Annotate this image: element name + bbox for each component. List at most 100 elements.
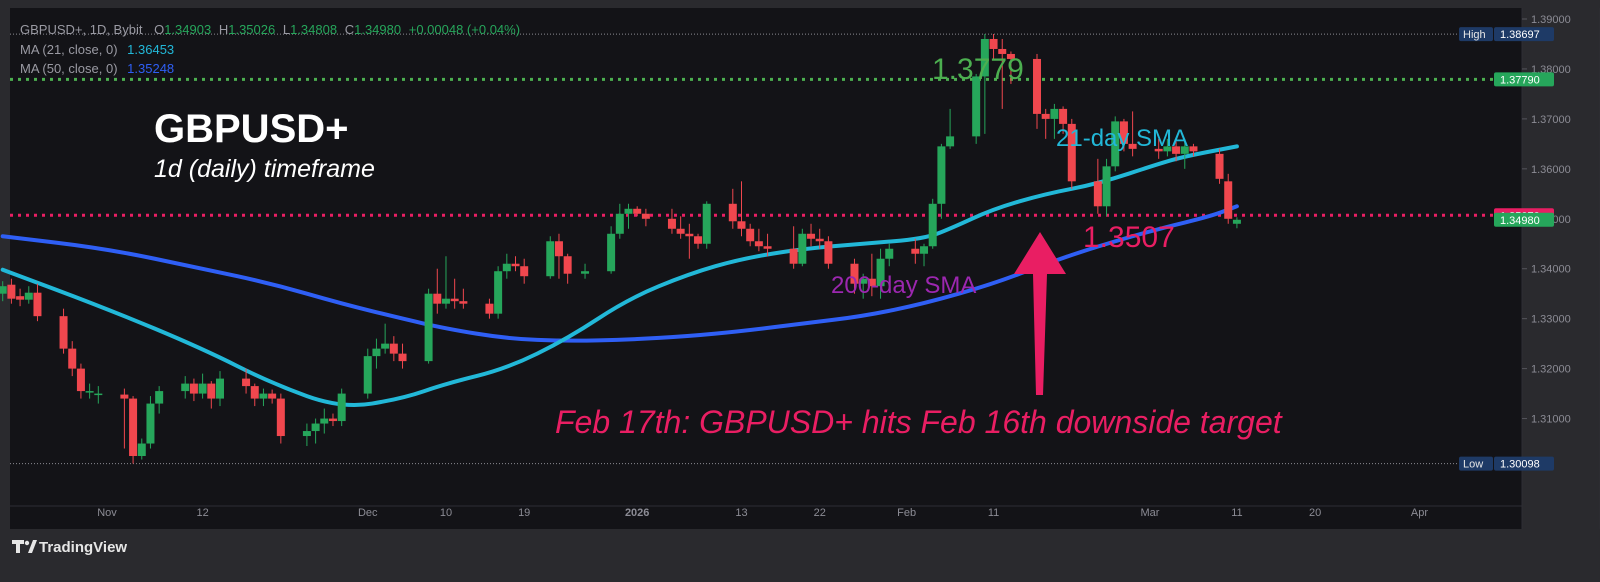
sma21-annotation: 21-day SMA [1056, 125, 1188, 152]
candle-body [189, 383, 198, 394]
candle [1224, 173, 1233, 224]
candle-body [607, 233, 616, 272]
candle-body [824, 241, 833, 264]
candle-body [450, 298, 459, 302]
candle [702, 201, 711, 249]
candle-body [320, 418, 329, 424]
time-tick-label: 22 [814, 507, 826, 519]
candle-body [1033, 58, 1042, 114]
candle-body [146, 403, 155, 444]
candle-body [0, 286, 7, 294]
price-tag-text: High [1463, 29, 1486, 41]
candle-body [546, 241, 555, 277]
candle [928, 198, 937, 249]
ma21-value: 1.36453 [127, 42, 174, 57]
time-tick-label: 13 [735, 507, 747, 519]
candle-body [581, 271, 590, 274]
candle-body [302, 431, 311, 437]
candle-body [372, 348, 381, 357]
candlestick-chart[interactable]: 1.310001.320001.330001.340001.350001.360… [0, 0, 1600, 577]
candle-body [1224, 181, 1233, 219]
price-box-value: 1.34980 [1500, 215, 1540, 227]
time-tick-label: 11 [1231, 507, 1242, 519]
ohlc-high-key: H [219, 22, 228, 37]
price-label-low: Low 1.30098 [1459, 456, 1554, 471]
time-tick-label: 20 [1309, 507, 1321, 519]
candle-body [76, 368, 85, 392]
ma50-label: MA (50, close, 0) [20, 61, 118, 76]
candle-body [624, 208, 633, 214]
time-tick-label: Dec [358, 507, 378, 519]
candle-body [1189, 146, 1198, 152]
candle-body [129, 398, 138, 457]
candle-body [120, 394, 129, 399]
candle-body [1050, 108, 1059, 119]
ohlc-high-value: 1.35026 [228, 22, 275, 37]
price-tick-label: 1.37000 [1531, 114, 1571, 126]
overlay-title: GBPUSD+ [154, 107, 349, 151]
candle-body [633, 208, 642, 214]
candle-body [1059, 108, 1068, 124]
ohlc-change: +0.00048 (+0.04%) [409, 22, 520, 37]
price-box-value: 1.30098 [1500, 459, 1540, 471]
candle-body [337, 393, 346, 422]
candle-body [728, 203, 737, 222]
candle-body [137, 443, 146, 457]
indicator-legend-ma50[interactable]: MA (50, close, 0) 1.35248 [20, 61, 174, 76]
candle-body [276, 398, 285, 437]
time-tick-label: 19 [518, 507, 530, 519]
price-box-value: 1.37790 [1500, 74, 1540, 86]
candle-body [398, 353, 407, 362]
candle-body [563, 256, 572, 274]
candle-body [807, 233, 816, 239]
candle-body [667, 218, 676, 229]
price-tag-text: Low [1463, 459, 1483, 471]
ohlc-close-value: 1.34980 [354, 22, 401, 37]
candle-body [520, 266, 529, 277]
time-tick-label: Feb [897, 507, 916, 519]
candle-body [59, 316, 68, 349]
indicator-legend-ma21[interactable]: MA (21, close, 0) 1.36453 [20, 42, 174, 57]
candle-body [746, 228, 755, 242]
candle-body [250, 386, 259, 399]
candle-body [1215, 153, 1224, 179]
price-tick-label: 1.31000 [1531, 414, 1571, 426]
candle-body [754, 241, 763, 247]
candle-body [85, 391, 94, 393]
overlay-subtitle: 1d (daily) timeframe [154, 155, 375, 183]
candle-body [16, 296, 25, 300]
price-tick-label: 1.36000 [1531, 164, 1571, 176]
candle-body [311, 423, 320, 432]
level-high-annotation: 1.3779 [932, 53, 1024, 86]
candle-body [363, 356, 372, 394]
symbol-name: GBPUSD+, 1D, Bybit [20, 22, 143, 37]
candle-body [1041, 113, 1050, 119]
price-tick-label: 1.32000 [1531, 364, 1571, 376]
candle [129, 396, 138, 464]
candle-body [1102, 166, 1111, 207]
candle [494, 266, 503, 319]
ohlc-low-value: 1.34808 [290, 22, 337, 37]
candle [363, 348, 372, 399]
candle-body [911, 248, 920, 254]
candle-body [494, 271, 503, 314]
candle-body [424, 293, 433, 362]
candle-body [7, 284, 16, 299]
brand-name: TradingView [39, 539, 127, 556]
candle-body [389, 343, 398, 354]
candle [798, 228, 807, 267]
candle-body [33, 292, 42, 317]
candle-body [694, 236, 703, 244]
symbol-legend[interactable]: GBPUSD+, 1D, Bybit O1.34903 H1.35026 L1.… [20, 22, 520, 37]
candle-body [937, 146, 946, 204]
candle-body [215, 378, 224, 399]
time-tick-label: 2026 [625, 507, 649, 519]
candle-body [459, 301, 468, 304]
ohlc-open-value: 1.34903 [164, 22, 211, 37]
sma200-annotation: 200-day SMA [831, 272, 976, 299]
candle-body [268, 393, 277, 399]
candle-body [94, 393, 103, 396]
candle [146, 396, 155, 449]
time-tick-label: 10 [440, 507, 452, 519]
candle-body [381, 343, 390, 349]
